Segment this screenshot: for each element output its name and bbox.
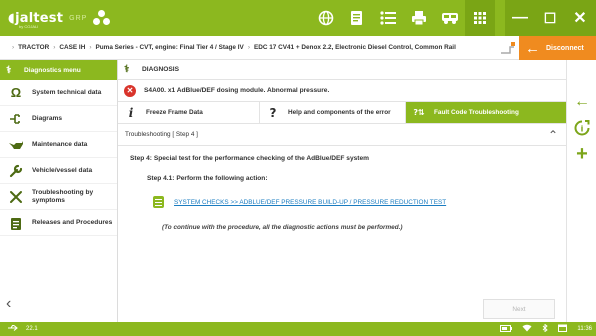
breadcrumb-separator: › bbox=[247, 44, 250, 51]
breadcrumb-item-tractor[interactable]: TRACTOR bbox=[18, 44, 49, 51]
oil-can-icon bbox=[6, 140, 26, 150]
action-row: SYSTEM CHECKS >> ADBLUE/DEF PRESSURE BUI… bbox=[153, 196, 566, 208]
timer-info-icon[interactable]: i bbox=[567, 116, 596, 140]
status-left: 22.1 bbox=[0, 324, 38, 334]
top-bar: ◖jaltest GRP by COJALI ? bbox=[0, 0, 596, 36]
sidebar-item-vehicle-data[interactable]: Vehicle/vessel data bbox=[0, 158, 117, 184]
arrow-left-icon: ← bbox=[525, 39, 540, 57]
step-title: Step 4: Special test for the performance… bbox=[130, 155, 370, 162]
sidebar-item-system-technical-data[interactable]: Ω System technical data bbox=[0, 80, 117, 106]
sidebar-item-label: System technical data bbox=[32, 88, 102, 96]
group-icon bbox=[93, 10, 111, 26]
error-icon: ✕ bbox=[124, 84, 136, 97]
step-header-label: Troubleshooting [ Step 4 ] bbox=[125, 131, 198, 138]
sidebar-item-troubleshooting-symptoms[interactable]: Troubleshooting by symptoms bbox=[0, 184, 117, 210]
status-bar: 22.1 11:36 bbox=[0, 322, 596, 336]
omega-icon: Ω bbox=[10, 85, 22, 100]
tab-label: Fault Code Troubleshooting bbox=[434, 109, 519, 116]
connection-tool-icon bbox=[500, 41, 516, 55]
disconnect-button[interactable]: ← Disconnect bbox=[519, 36, 596, 60]
tab-freeze-frame[interactable]: i Freeze Frame Data bbox=[118, 102, 260, 123]
sub-step-title: Step 4.1: Perform the following action: bbox=[147, 175, 268, 182]
procedure-note: (To continue with the procedure, all the… bbox=[162, 224, 403, 231]
tab-help-components[interactable]: ? Help and components of the error bbox=[260, 102, 406, 123]
chevron-left-icon[interactable]: ‹ bbox=[6, 295, 11, 313]
minimize-button[interactable]: — bbox=[505, 0, 535, 36]
breadcrumb-separator: › bbox=[53, 44, 56, 51]
usb-icon bbox=[8, 324, 18, 334]
document-list-icon[interactable] bbox=[341, 0, 372, 36]
clipboard-icon bbox=[6, 216, 26, 230]
info-icon: i bbox=[128, 105, 134, 120]
tab-bar: i Freeze Frame Data ? Help and component… bbox=[118, 102, 566, 124]
diagnostics-icon: ⚕ bbox=[6, 64, 12, 76]
breadcrumb-item-system[interactable]: EDC 17 CV41 + Denox 2.2, Electronic Dies… bbox=[254, 44, 456, 51]
brand-group-label: GRP bbox=[69, 14, 88, 22]
clock-time: 11:36 bbox=[577, 326, 592, 332]
page-title-label: DIAGNOSIS bbox=[142, 66, 180, 73]
brand-sublogo: by COJALI bbox=[19, 24, 39, 29]
diagram-icon bbox=[6, 113, 26, 125]
error-code-row: ✕ S4A00. x1 AdBlue/DEF dosing module. Ab… bbox=[118, 80, 566, 102]
tab-label: Freeze Frame Data bbox=[146, 109, 203, 116]
disconnect-label: Disconnect bbox=[546, 44, 584, 52]
system-check-link[interactable]: SYSTEM CHECKS >> ADBLUE/DEF PRESSURE BUI… bbox=[174, 199, 446, 206]
vehicle-icon[interactable] bbox=[434, 0, 465, 36]
sidebar-item-label: Releases and Procedures bbox=[32, 218, 113, 226]
chevron-up-icon[interactable]: ⌃ bbox=[548, 128, 558, 142]
window-controls: — ☐ ✕ bbox=[505, 0, 596, 36]
bluetooth-icon bbox=[542, 323, 549, 334]
diagnosis-icon: ⚕ bbox=[124, 64, 130, 75]
sidebar-header[interactable]: ⚕ Diagnostics menu bbox=[0, 60, 117, 80]
breadcrumb-item-brand[interactable]: CASE IH bbox=[59, 44, 85, 51]
sidebar-item-releases-procedures[interactable]: Releases and Procedures bbox=[0, 210, 117, 236]
brand: ◖jaltest GRP bbox=[0, 0, 130, 36]
sidebar-item-maintenance-data[interactable]: Maintenance data bbox=[0, 132, 117, 158]
wrench-icon bbox=[6, 164, 26, 178]
tab-label: Help and components of the error bbox=[288, 109, 391, 116]
back-arrow-icon[interactable]: ← bbox=[567, 90, 596, 114]
breadcrumb-separator: › bbox=[89, 44, 92, 51]
sidebar-item-diagrams[interactable]: Diagrams bbox=[0, 106, 117, 132]
tab-fault-code-troubleshooting[interactable]: ?⇅ Fault Code Troubleshooting bbox=[406, 102, 566, 123]
printer-icon[interactable] bbox=[403, 0, 434, 36]
globe-icon[interactable] bbox=[310, 0, 341, 36]
sidebar-header-label: Diagnostics menu bbox=[24, 66, 81, 74]
error-code-text: S4A00. x1 AdBlue/DEF dosing module. Abno… bbox=[144, 87, 330, 94]
sidebar: ⚕ Diagnostics menu Ω System technical da… bbox=[0, 60, 118, 322]
tools-icon bbox=[6, 190, 26, 204]
step-content: Step 4: Special test for the performance… bbox=[118, 155, 566, 231]
breadcrumb-item-model[interactable]: Puma Series - CVT, engine: Final Tier 4 … bbox=[95, 44, 243, 51]
checklist-icon bbox=[153, 196, 164, 208]
calendar-icon bbox=[558, 324, 568, 334]
question-icon: ? bbox=[269, 105, 277, 120]
maximize-button[interactable]: ☐ bbox=[535, 0, 565, 36]
main-panel: ⚕ DIAGNOSIS ✕ S4A00. x1 AdBlue/DEF dosin… bbox=[118, 60, 566, 322]
wifi-icon bbox=[522, 324, 532, 334]
right-rail: ← i + bbox=[566, 60, 596, 322]
breadcrumb-bar: › TRACTOR › CASE IH › Puma Series - CVT,… bbox=[0, 36, 596, 60]
sidebar-item-label: Maintenance data bbox=[32, 140, 88, 148]
page-title: ⚕ DIAGNOSIS bbox=[118, 60, 566, 80]
breadcrumb: › TRACTOR › CASE IH › Puma Series - CVT,… bbox=[0, 44, 500, 51]
apps-grid-icon[interactable] bbox=[465, 0, 495, 36]
add-icon[interactable]: + bbox=[567, 142, 596, 166]
battery-icon bbox=[500, 324, 513, 334]
next-button[interactable]: Next bbox=[483, 299, 555, 319]
software-version: 22.1 bbox=[26, 326, 38, 332]
sidebar-item-label: Diagrams bbox=[32, 114, 63, 122]
close-button[interactable]: ✕ bbox=[565, 0, 595, 36]
breadcrumb-separator: › bbox=[12, 44, 15, 51]
step-header: Troubleshooting [ Step 4 ] ⌃ bbox=[118, 124, 566, 146]
sidebar-item-label: Troubleshooting by symptoms bbox=[32, 188, 94, 204]
status-right: 11:36 bbox=[500, 322, 592, 336]
troubleshoot-icon: ?⇅ bbox=[413, 108, 425, 117]
sidebar-item-label: Vehicle/vessel data bbox=[32, 166, 93, 174]
list-icon[interactable] bbox=[372, 0, 403, 36]
svg-text:i: i bbox=[581, 125, 584, 134]
